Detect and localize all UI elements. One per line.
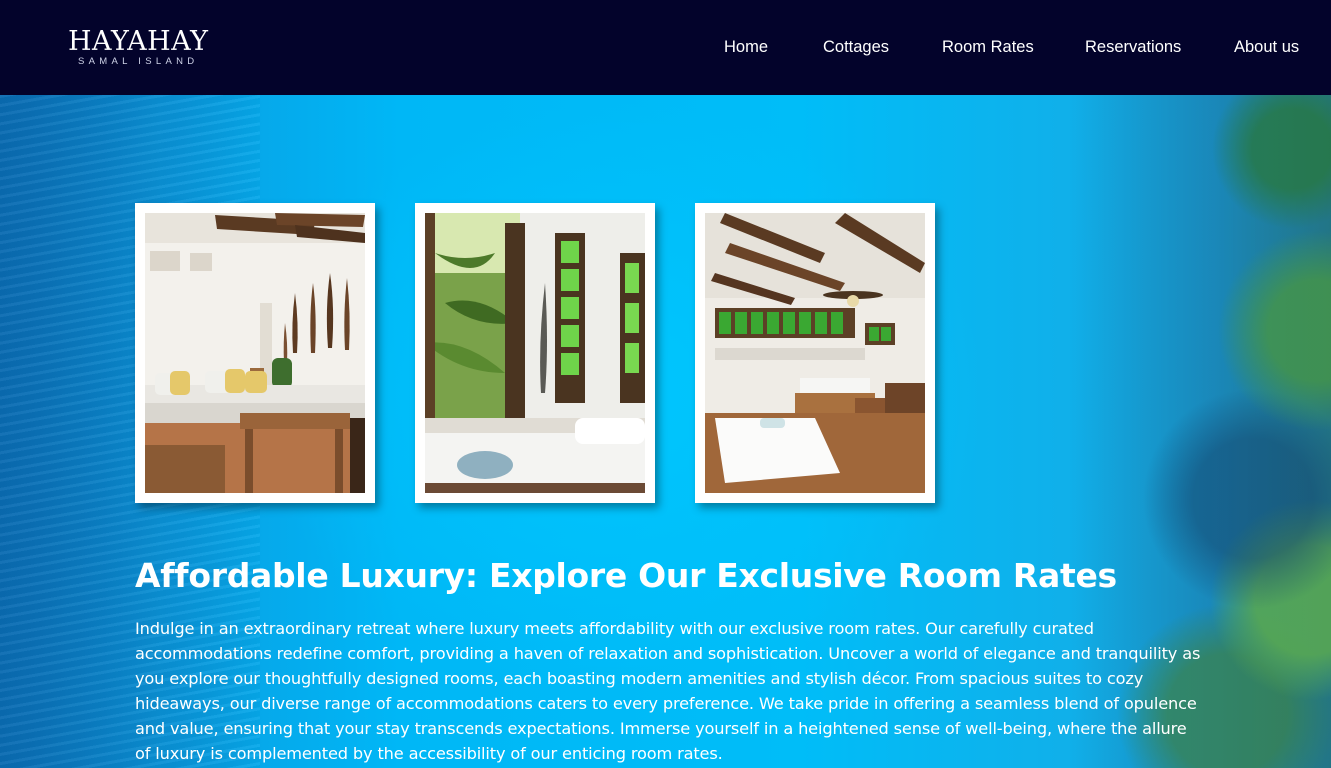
logo-wordmark: HAYAHAY	[68, 26, 209, 57]
nav-link-cottages[interactable]: Cottages	[823, 37, 889, 57]
nav-link-about-us[interactable]: About us	[1234, 37, 1299, 57]
room-photo-card-1[interactable]	[135, 203, 375, 503]
intro-paragraph: Indulge in an extraordinary retreat wher…	[135, 619, 1201, 763]
bedroom-with-paddles-photo	[145, 213, 365, 493]
room-photo-card-2[interactable]	[415, 203, 655, 503]
window-with-palm-view-photo	[425, 213, 645, 493]
page-headline: Affordable Luxury: Explore Our Exclusive…	[135, 556, 1117, 595]
nav-link-room-rates[interactable]: Room Rates	[942, 37, 1034, 57]
logo-tagline: SAMAL ISLAND	[78, 56, 199, 67]
room-photo-card-3[interactable]	[695, 203, 935, 503]
site-logo[interactable]: HAYAHAY SAMAL ISLAND	[68, 27, 208, 68]
top-navbar: HAYAHAY SAMAL ISLAND Home Cottages Room …	[0, 0, 1331, 95]
nav-link-reservations[interactable]: Reservations	[1085, 37, 1181, 57]
room-with-ceiling-fan-photo	[705, 213, 925, 493]
nav-link-home[interactable]: Home	[724, 37, 768, 57]
